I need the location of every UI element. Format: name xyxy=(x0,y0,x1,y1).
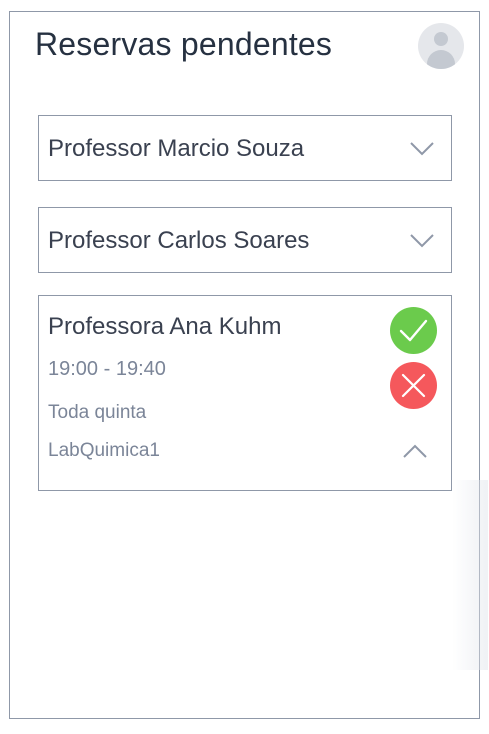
reservation-recurrence: Toda quinta xyxy=(48,402,147,423)
approve-button[interactable] xyxy=(390,307,437,354)
page-title: Reservas pendentes xyxy=(35,26,333,62)
chevron-down-icon[interactable] xyxy=(409,140,435,156)
reservation-card-marcio[interactable]: Professor Marcio Souza xyxy=(38,115,452,181)
x-icon xyxy=(401,373,426,398)
chevron-up-icon[interactable] xyxy=(402,444,428,460)
chevron-down-icon[interactable] xyxy=(409,232,435,248)
avatar-body xyxy=(427,50,455,69)
reservation-lab: LabQuimica1 xyxy=(48,440,160,461)
professor-name: Professor Carlos Soares xyxy=(48,227,310,254)
reservation-card-carlos[interactable]: Professor Carlos Soares xyxy=(38,207,452,273)
reservation-card-ana: Professora Ana Kuhm 19:00 - 19:40 Toda q… xyxy=(38,295,452,491)
check-icon xyxy=(399,319,428,342)
avatar-head xyxy=(434,32,448,46)
professor-name: Professora Ana Kuhm xyxy=(48,313,282,340)
professor-name: Professor Marcio Souza xyxy=(48,135,305,162)
user-avatar-icon[interactable] xyxy=(418,23,464,69)
reservation-time: 19:00 - 19:40 xyxy=(48,358,166,380)
reject-button[interactable] xyxy=(390,362,437,409)
